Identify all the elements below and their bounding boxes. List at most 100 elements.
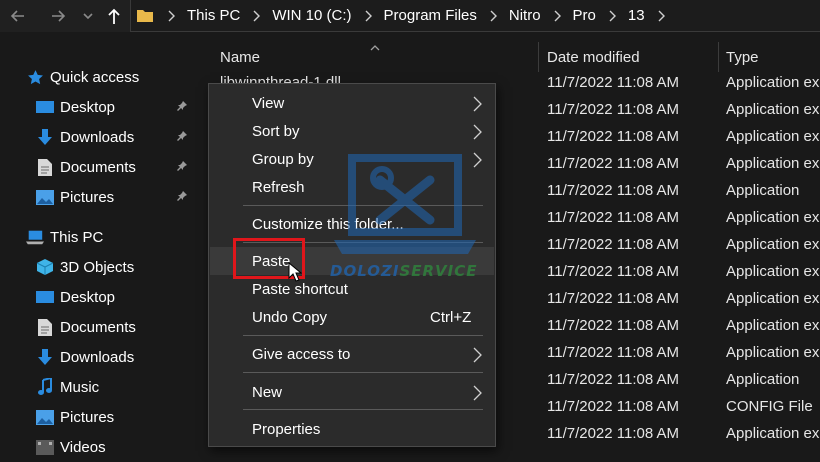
breadcrumb-separator[interactable] [240, 10, 272, 22]
column-header-date-modified[interactable]: Date modified [547, 42, 717, 72]
menu-item-new[interactable]: New [210, 378, 494, 406]
desktop-icon [36, 98, 54, 116]
breadcrumb-separator[interactable] [645, 10, 677, 22]
breadcrumb-this-pc[interactable]: This PC [187, 7, 240, 24]
file-date: 11/7/2022 11:08 AM [547, 155, 680, 172]
nav-pc-documents[interactable]: Documents [0, 312, 200, 342]
pictures-icon [36, 408, 54, 426]
nav-videos[interactable]: Videos [0, 432, 200, 462]
nav-this-pc[interactable]: This PC [0, 222, 200, 252]
chevron-right-icon [473, 385, 482, 401]
breadcrumb-separator[interactable] [477, 10, 509, 22]
breadcrumb-separator[interactable] [155, 10, 187, 22]
breadcrumb-pro[interactable]: Pro [573, 7, 596, 24]
chevron-right-icon [473, 96, 482, 112]
title-bar: This PC WIN 10 (C:) Program Files Nitro … [0, 0, 820, 32]
nav-qa-desktop-label: Desktop [60, 98, 116, 116]
breadcrumb-nitro[interactable]: Nitro [509, 7, 541, 24]
nav-quick-access-label: Quick access [50, 68, 140, 86]
pin-icon[interactable] [176, 189, 188, 206]
menu-item-label: Refresh [252, 178, 305, 196]
breadcrumb-program-files[interactable]: Program Files [384, 7, 477, 24]
menu-item-undo-copy[interactable]: Undo Copy Ctrl+Z [210, 303, 494, 331]
up-button[interactable] [102, 4, 126, 28]
chevron-down-icon [83, 13, 93, 20]
file-type: Application ex [726, 263, 820, 280]
chevron-right-icon [490, 10, 497, 21]
file-type: Application [726, 371, 800, 388]
nav-pc-downloads-label: Downloads [60, 348, 135, 366]
file-date: 11/7/2022 11:08 AM [547, 263, 680, 280]
navigation-pane: Quick access Desktop Downloads Documents… [0, 32, 200, 456]
breadcrumb: This PC WIN 10 (C:) Program Files Nitro … [131, 0, 677, 32]
file-date: 11/7/2022 11:08 AM [547, 398, 680, 415]
file-type: Application ex [726, 290, 820, 307]
menu-item-properties[interactable]: Properties [210, 415, 494, 443]
address-bar[interactable]: This PC WIN 10 (C:) Program Files Nitro … [130, 0, 820, 32]
menu-item-label: Paste shortcut [252, 280, 348, 298]
pin-icon[interactable] [176, 99, 188, 116]
nav-qa-pictures-label: Pictures [60, 188, 115, 206]
forward-button[interactable] [46, 4, 70, 28]
nav-qa-desktop[interactable]: Desktop [0, 92, 200, 122]
file-date: 11/7/2022 11:08 AM [547, 182, 680, 199]
chevron-right-icon [658, 10, 665, 21]
column-divider[interactable] [538, 42, 539, 72]
file-type: Application ex [726, 425, 820, 442]
file-type: Application ex [726, 209, 820, 226]
video-icon [36, 438, 54, 456]
menu-item-label: New [252, 383, 283, 401]
nav-music[interactable]: Music [0, 372, 200, 402]
file-type: Application ex [726, 344, 820, 361]
nav-pc-pictures[interactable]: Pictures [0, 402, 200, 432]
back-button[interactable] [6, 4, 30, 28]
nav-pc-pictures-label: Pictures [60, 408, 115, 426]
menu-item-label: Properties [252, 420, 321, 438]
column-header-name[interactable]: Name [220, 42, 530, 72]
nav-qa-downloads[interactable]: Downloads [0, 122, 200, 152]
recent-locations-button[interactable] [76, 4, 100, 28]
brand-watermark: DOLOZISERVICE [330, 262, 477, 280]
file-type: Application ex [726, 101, 820, 118]
breadcrumb-13[interactable]: 13 [628, 7, 645, 24]
pin-icon[interactable] [176, 129, 188, 146]
menu-item-give-access[interactable]: Give access to [210, 340, 494, 368]
pin-icon[interactable] [176, 159, 188, 176]
chevron-right-icon [554, 10, 561, 21]
nav-quick-access[interactable]: Quick access [0, 62, 200, 92]
document-icon [36, 158, 54, 176]
menu-item-label: View [252, 94, 285, 112]
file-date: 11/7/2022 11:08 AM [547, 290, 680, 307]
chevron-right-icon [253, 10, 261, 21]
nav-videos-label: Videos [60, 438, 106, 456]
chevron-right-icon [473, 347, 482, 363]
menu-item-view[interactable]: View [210, 89, 494, 117]
menu-item-sort-by[interactable]: Sort by [210, 117, 494, 145]
breadcrumb-drive[interactable]: WIN 10 (C:) [272, 7, 351, 24]
nav-3d-objects[interactable]: 3D Objects [0, 252, 200, 282]
nav-qa-documents[interactable]: Documents [0, 152, 200, 182]
menu-item-label: Give access to [252, 345, 351, 363]
breadcrumb-separator[interactable] [352, 10, 384, 22]
nav-pc-downloads[interactable]: Downloads [0, 342, 200, 372]
nav-3d-objects-label: 3D Objects [60, 258, 135, 276]
chevron-right-icon [168, 10, 175, 21]
file-date: 11/7/2022 11:08 AM [547, 425, 680, 442]
column-header-type[interactable]: Type [726, 42, 820, 72]
breadcrumb-separator[interactable] [541, 10, 573, 22]
file-type: CONFIG File [726, 398, 813, 415]
cube-icon [36, 258, 54, 276]
nav-pc-desktop[interactable]: Desktop [0, 282, 200, 312]
file-date: 11/7/2022 11:08 AM [547, 344, 680, 361]
file-date: 11/7/2022 11:08 AM [547, 317, 680, 334]
breadcrumb-separator[interactable] [596, 10, 628, 22]
file-date: 11/7/2022 11:08 AM [547, 128, 680, 145]
menu-item-label: Undo Copy [252, 308, 328, 326]
file-date: 11/7/2022 11:08 AM [547, 371, 680, 388]
file-date: 11/7/2022 11:08 AM [547, 209, 680, 226]
music-note-icon [36, 378, 54, 396]
nav-this-pc-label: This PC [50, 228, 104, 246]
column-divider[interactable] [718, 42, 719, 72]
download-icon [36, 128, 54, 146]
nav-qa-pictures[interactable]: Pictures [0, 182, 200, 212]
